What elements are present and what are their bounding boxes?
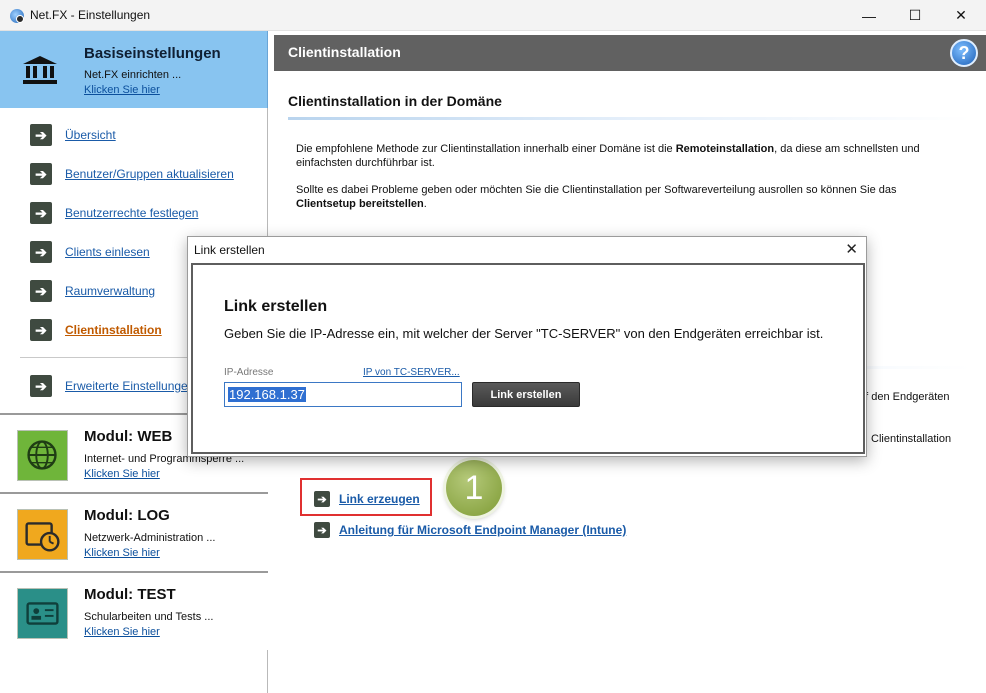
module-title: Modul: LOG (84, 507, 170, 524)
module-test-panel[interactable]: Modul: TEST Schularbeiten und Tests ... … (0, 571, 268, 650)
sidebar-item-clientinstallation[interactable]: ➔ Clientinstallation (30, 319, 162, 341)
arrow-right-icon: ➔ (30, 124, 52, 146)
partial-text: Clientinstallation (871, 433, 952, 445)
dialog-heading: Link erstellen (224, 298, 328, 315)
page-title: Clientinstallation (288, 44, 401, 60)
minimize-button[interactable]: — (846, 0, 892, 31)
ip-from-server-link[interactable]: IP von TC-SERVER... (363, 367, 460, 378)
sidebar-item-label: Clientinstallation (65, 323, 162, 337)
basis-link[interactable]: Klicken Sie hier (84, 84, 160, 96)
app-icon (10, 9, 24, 23)
help-icon[interactable]: ? (950, 39, 978, 67)
maximize-button[interactable]: ☐ (892, 0, 938, 31)
basis-subtitle: Net.FX einrichten ... (84, 69, 182, 81)
sidebar-item-label: Benutzerrechte festlegen (65, 206, 199, 220)
sidebar-item-label: Clients einlesen (65, 245, 150, 259)
dialog-title-bar: Link erstellen ✕ (188, 237, 866, 263)
ip-address-input[interactable]: 192.168.1.37 (224, 382, 462, 407)
partial-text: uf den Endgeräten (859, 391, 950, 403)
arrow-right-icon: ➔ (30, 163, 52, 185)
link-erstellen-button[interactable]: Link erstellen (472, 382, 580, 407)
module-subtitle: Schularbeiten und Tests ... (84, 611, 214, 623)
arrow-right-icon: ➔ (314, 522, 330, 538)
window-title: Net.FX - Einstellungen (30, 8, 151, 22)
basis-settings-panel[interactable]: Basiseinstellungen Net.FX einrichten ...… (0, 31, 268, 108)
step-marker-1: 1 (446, 460, 502, 516)
sidebar-item-erweiterte-einstellungen[interactable]: ➔ Erweiterte Einstellungen (30, 375, 194, 397)
main-header: Clientinstallation ? (274, 35, 986, 71)
module-link[interactable]: Klicken Sie hier (84, 547, 160, 559)
ip-address-label: IP-Adresse (224, 367, 274, 378)
globe-icon (17, 430, 68, 481)
sidebar-item-benutzer-gruppen[interactable]: ➔ Benutzer/Gruppen aktualisieren (30, 163, 234, 185)
sidebar-item-label: Raumverwaltung (65, 284, 156, 298)
close-button[interactable]: ✕ (938, 0, 984, 31)
arrow-right-icon: ➔ (30, 241, 52, 263)
clock-folder-icon (17, 509, 68, 560)
module-log-panel[interactable]: Modul: LOG Netzwerk-Administration ... K… (0, 492, 268, 571)
arrow-right-icon: ➔ (30, 280, 52, 302)
arrow-right-icon: ➔ (30, 375, 52, 397)
title-bar: Net.FX - Einstellungen — ☐ ✕ (0, 0, 986, 31)
info-paragraph-2: Sollte es dabei Probleme geben oder möch… (296, 184, 897, 210)
sidebar-item-label: Erweiterte Einstellungen (65, 379, 195, 393)
sidebar-item-raumverwaltung[interactable]: ➔ Raumverwaltung (30, 280, 155, 302)
action-label: Anleitung für Microsoft Endpoint Manager… (339, 523, 627, 537)
arrow-right-icon: ➔ (30, 319, 52, 341)
link-erzeugen-link[interactable]: ➔ Link erzeugen (314, 490, 420, 508)
module-title: Modul: TEST (84, 586, 176, 603)
dialog-description: Geben Sie die IP-Adresse ein, mit welche… (224, 326, 824, 341)
sidebar-item-benutzerrechte[interactable]: ➔ Benutzerrechte festlegen (30, 202, 198, 224)
arrow-right-icon: ➔ (314, 491, 330, 507)
sidebar-item-label: Benutzer/Gruppen aktualisieren (65, 167, 234, 181)
sidebar-item-label: Übersicht (65, 128, 116, 142)
sidebar-item-uebersicht[interactable]: ➔ Übersicht (30, 124, 116, 146)
module-subtitle: Netzwerk-Administration ... (84, 532, 216, 544)
basis-title: Basiseinstellungen (84, 45, 221, 62)
intune-guide-link[interactable]: ➔ Anleitung für Microsoft Endpoint Manag… (314, 521, 626, 539)
divider (288, 117, 971, 120)
bank-icon (23, 56, 57, 84)
section-title: Clientinstallation in der Domäne (288, 93, 502, 109)
id-card-icon (17, 588, 68, 639)
module-link[interactable]: Klicken Sie hier (84, 626, 160, 638)
module-title: Modul: WEB (84, 428, 173, 445)
dialog-window-title: Link erstellen (194, 243, 265, 257)
arrow-right-icon: ➔ (30, 202, 52, 224)
action-label: Link erzeugen (339, 492, 420, 506)
ip-address-value: 192.168.1.37 (228, 387, 306, 402)
dialog-close-button[interactable]: ✕ (845, 240, 858, 258)
info-paragraph-1: Die empfohlene Methode zur Clientinstall… (296, 143, 920, 169)
module-link[interactable]: Klicken Sie hier (84, 468, 160, 480)
sidebar-item-clients-einlesen[interactable]: ➔ Clients einlesen (30, 241, 150, 263)
dialog-body: Link erstellen Geben Sie die IP-Adresse … (191, 263, 865, 454)
link-erstellen-dialog: Link erstellen ✕ Link erstellen Geben Si… (187, 236, 867, 457)
